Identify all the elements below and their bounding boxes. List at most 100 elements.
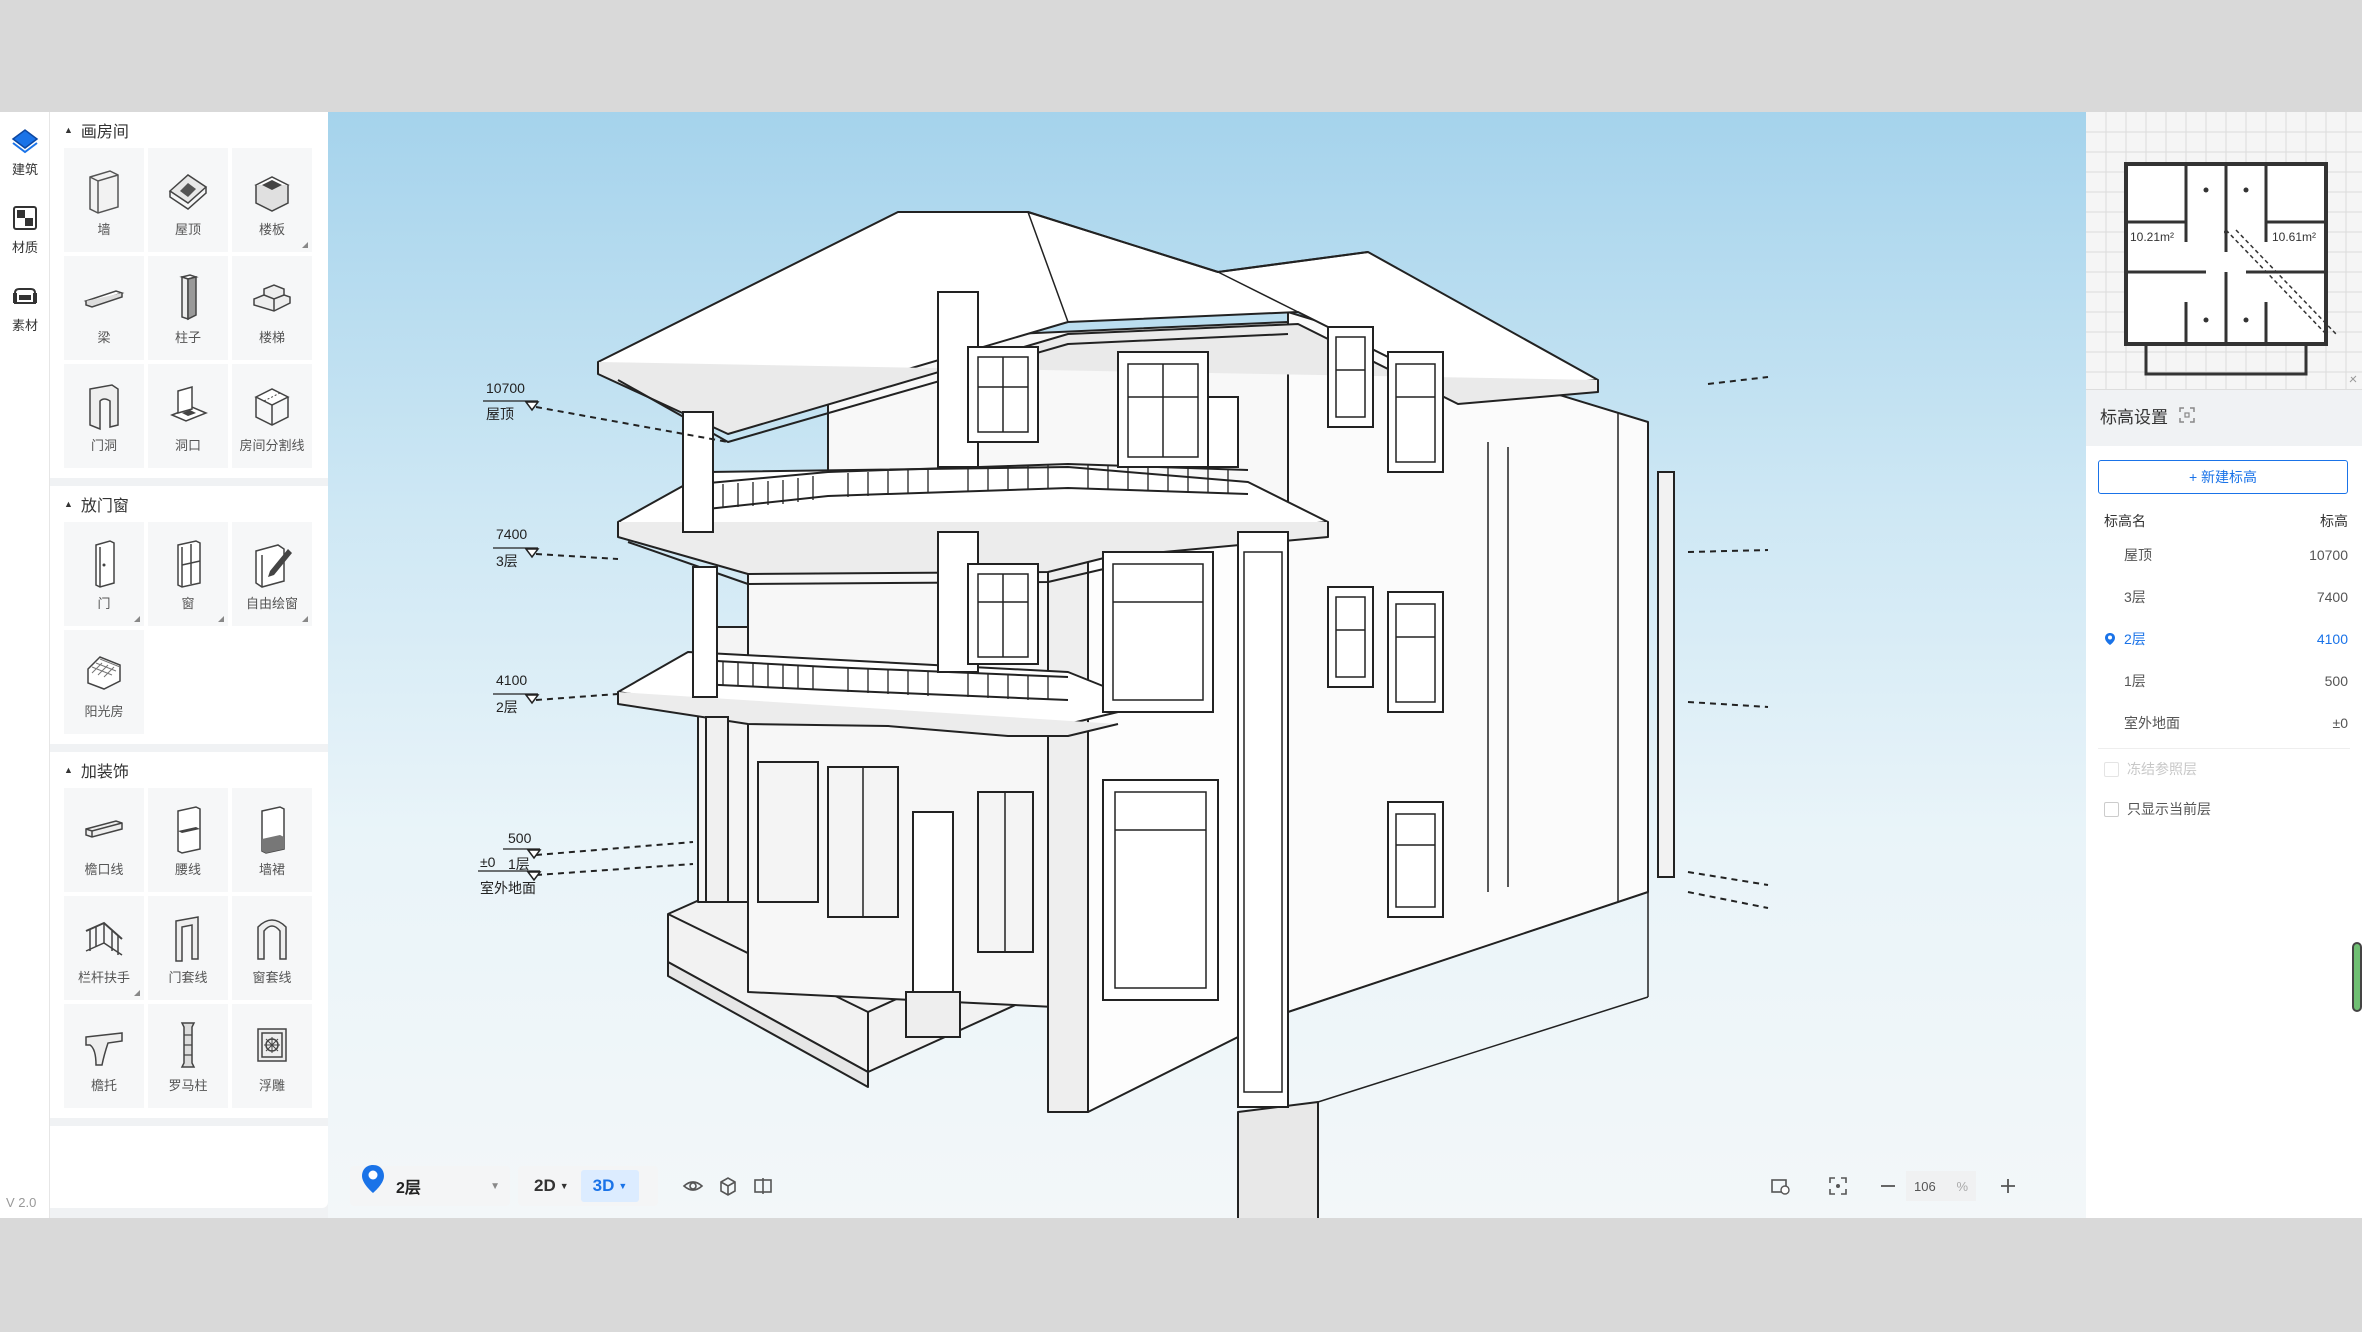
split-view-button[interactable]: [745, 1168, 780, 1204]
beam-icon: [83, 289, 125, 308]
cube-icon: [720, 1177, 736, 1196]
more-options-icon[interactable]: [302, 242, 308, 248]
elevation-row[interactable]: 1层 500: [2098, 660, 2350, 702]
floor-slab-icon: [254, 175, 290, 212]
viewport-toolbar: 2层 ▼ 2D ▼ 3D ▼ 106 %: [328, 1154, 2086, 1218]
rail-item-material[interactable]: 材质: [0, 190, 50, 268]
free-window-icon: [255, 543, 292, 588]
tool-wainscot[interactable]: 墙裙: [232, 788, 312, 892]
tool-bracket[interactable]: 檐托: [64, 1004, 144, 1108]
view-mode-label: 3D: [592, 1176, 615, 1195]
rail-item-asset[interactable]: 素材: [0, 268, 50, 346]
section-header[interactable]: ▲ 放门窗: [64, 486, 316, 522]
expand-icon[interactable]: [2178, 406, 2196, 424]
bracket-icon: [85, 1031, 123, 1066]
tool-column[interactable]: 柱子: [148, 256, 228, 360]
checkbox-box[interactable]: [2104, 801, 2119, 817]
fit-screen-icon: [1829, 1177, 1847, 1195]
view-tools: [668, 1166, 788, 1206]
building-model[interactable]: [328, 112, 2086, 1218]
room-area-label: 10.61m²: [2272, 230, 2317, 244]
more-options-icon[interactable]: [302, 616, 308, 622]
section-title: 画房间: [80, 124, 129, 141]
floor-select-value: 2层: [396, 1180, 421, 1197]
elevation-row-value: 500: [2324, 673, 2348, 689]
section-doors-windows: ▲ 放门窗 门 窗 自由绘窗 阳光房: [50, 486, 328, 752]
split-view-icon: [753, 1178, 772, 1194]
hole-icon: [170, 385, 208, 422]
floor-select[interactable]: 2层 ▼: [350, 1165, 510, 1206]
roof-icon: [168, 173, 208, 210]
tool-label: 檐口线: [84, 861, 124, 877]
tool-door-opening[interactable]: 门洞: [64, 364, 144, 468]
elevation-row[interactable]: 室外地面 ±0: [2098, 702, 2350, 744]
tool-door[interactable]: 门: [64, 522, 144, 626]
new-elevation-button[interactable]: + 新建标高: [2098, 460, 2348, 494]
column-header-value: 标高: [2320, 513, 2348, 529]
cube-view-button[interactable]: [711, 1168, 746, 1204]
tool-railing[interactable]: 栏杆扶手: [64, 896, 144, 1000]
elevation-row[interactable]: 屋顶 10700: [2098, 534, 2350, 576]
tool-sunroom[interactable]: 阳光房: [64, 630, 144, 734]
elevation-row-name: 屋顶: [2124, 547, 2152, 563]
view-mode-label: 2D: [534, 1176, 556, 1195]
tool-roman-column[interactable]: 罗马柱: [148, 1004, 228, 1108]
tool-label: 墙: [97, 221, 111, 237]
door-icon: [95, 539, 115, 588]
tool-label: 檐托: [90, 1077, 117, 1093]
tool-label: 栏杆扶手: [77, 969, 130, 985]
more-options-icon[interactable]: [134, 616, 140, 622]
more-options-icon[interactable]: [218, 616, 224, 622]
tool-window[interactable]: 窗: [148, 522, 228, 626]
tool-room-divider[interactable]: 房间分割线: [232, 364, 312, 468]
scroll-handle[interactable]: [2352, 942, 2362, 1012]
elevation-table-header: 标高名 标高: [2098, 508, 2350, 534]
tool-beam[interactable]: 梁: [64, 256, 144, 360]
tool-stairs[interactable]: 楼梯: [232, 256, 312, 360]
visibility-button[interactable]: [676, 1168, 711, 1204]
show-current-floor-checkbox[interactable]: 只显示当前层: [2098, 789, 2350, 829]
level-value-3f: 7400: [496, 526, 528, 542]
floor-plan-thumbnail: [2086, 112, 2362, 389]
tool-waistline[interactable]: 腰线: [148, 788, 228, 892]
view-mode-2d[interactable]: 2D ▼: [522, 1170, 581, 1202]
checkbox-box[interactable]: [2104, 761, 2119, 777]
tool-window-trim[interactable]: 窗套线: [232, 896, 312, 1000]
tool-floor-slab[interactable]: 楼板: [232, 148, 312, 252]
section-header[interactable]: ▲ 加装饰: [64, 752, 316, 788]
waistline-icon: [177, 805, 201, 854]
zoom-unit: %: [1956, 1178, 1968, 1194]
section-title: 加装饰: [80, 764, 129, 781]
view-mode-3d[interactable]: 3D ▼: [580, 1170, 640, 1202]
tool-label: 门洞: [90, 437, 117, 453]
level-value-1f: 500: [508, 830, 532, 846]
zoom-in-button[interactable]: [1990, 1168, 2026, 1204]
zoom-controls: 106 %: [1762, 1166, 2062, 1206]
elevation-row-value: ±0: [2332, 715, 2348, 731]
tool-door-trim[interactable]: 门套线: [148, 896, 228, 1000]
rail-item-building[interactable]: 建筑: [0, 112, 50, 190]
elevation-row-name: 2层: [2124, 631, 2146, 647]
fit-screen-button[interactable]: [1820, 1168, 1856, 1204]
zoom-input[interactable]: 106 %: [1906, 1171, 1976, 1201]
tool-relief[interactable]: 浮雕: [232, 1004, 312, 1108]
building-icon: [11, 128, 39, 153]
reset-view-button[interactable]: [1762, 1168, 1798, 1204]
tool-hole[interactable]: 洞口: [148, 364, 228, 468]
freeze-reference-checkbox[interactable]: 冻结参照层: [2098, 749, 2350, 789]
tool-label: 楼梯: [258, 329, 285, 345]
viewport-3d[interactable]: 10700 屋顶 7400 3层 4100 2层 500 1层 ±0 室外地面 …: [328, 112, 2086, 1218]
tool-roof[interactable]: 屋顶: [148, 148, 228, 252]
elevation-row-value: 10700: [2309, 547, 2348, 563]
minimap[interactable]: 10.21m² 10.61m²: [2086, 112, 2362, 390]
zoom-out-button[interactable]: [1870, 1168, 1906, 1204]
elevation-row[interactable]: 3层 7400: [2098, 576, 2350, 618]
tool-free-window[interactable]: 自由绘窗: [232, 522, 312, 626]
tool-cornice[interactable]: 檐口线: [64, 788, 144, 892]
section-header[interactable]: ▲ 画房间: [64, 112, 316, 148]
more-options-icon[interactable]: [134, 990, 140, 996]
cornice-icon: [85, 819, 123, 838]
asset-icon: [13, 287, 37, 304]
tool-wall[interactable]: 墙: [64, 148, 144, 252]
elevation-row-active[interactable]: 2层 4100: [2098, 618, 2350, 660]
